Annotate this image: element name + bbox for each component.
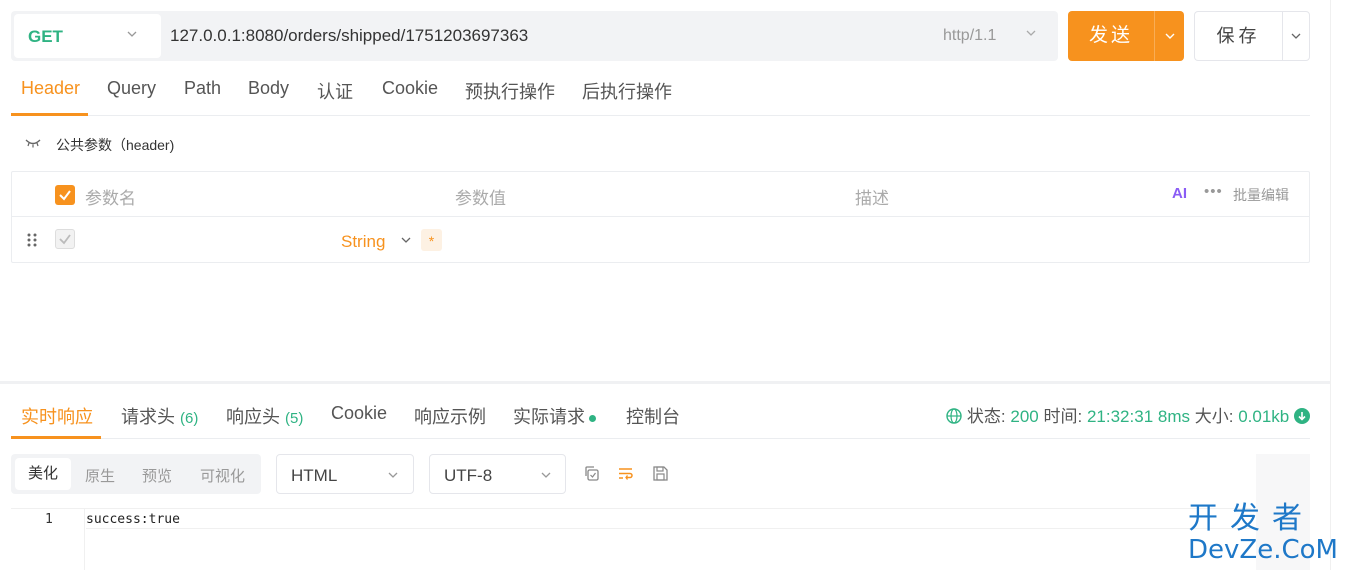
tab-query[interactable]: Query [107, 78, 156, 99]
size-value: 0.01kb [1238, 407, 1290, 426]
status-code: 200 [1010, 407, 1039, 426]
tab-realtime-response[interactable]: 实时响应 [21, 403, 93, 429]
tab-label: 响应头 [226, 407, 280, 427]
tab-response-example[interactable]: 响应示例 [414, 403, 486, 429]
save-button[interactable]: 保存 [1194, 11, 1282, 61]
tab-label: 请求头 [121, 407, 175, 427]
column-header: 参数名 [85, 189, 136, 208]
send-options-button[interactable] [1154, 11, 1184, 61]
chevron-down-icon [388, 472, 398, 478]
mode-pretty[interactable]: 美化 [15, 458, 71, 490]
table-header: 参数名 参数值 描述 AI ••• 批量编辑 [12, 172, 1309, 217]
active-tab-indicator [11, 113, 88, 116]
protocol-select[interactable]: http/1.1 [943, 27, 996, 45]
tab-post-script[interactable]: 后执行操作 [582, 78, 672, 104]
tab-label: 实际请求 [513, 407, 585, 427]
status-label: 状态: [966, 407, 1006, 426]
required-toggle[interactable]: * [421, 229, 442, 251]
select-all-checkbox[interactable] [55, 185, 75, 205]
tab-request-headers[interactable]: 请求头 (6) [121, 403, 198, 429]
response-tabs: 实时响应 请求头 (6) 响应头 (5) Cookie 响应示例 实际请求 控制… [11, 386, 1310, 439]
line-number: 1 [45, 512, 53, 527]
request-bar: GET 127.0.0.1:8080/orders/shipped/175120… [11, 11, 1058, 61]
check-icon [59, 234, 71, 245]
mode-raw[interactable]: 原生 [85, 465, 115, 486]
url-input[interactable]: 127.0.0.1:8080/orders/shipped/1751203697… [170, 26, 528, 46]
chevron-down-icon [1165, 33, 1175, 39]
format-value: HTML [291, 466, 338, 485]
encoding-select[interactable]: UTF-8 [429, 454, 566, 494]
batch-edit-button[interactable]: 批量编辑 [1233, 185, 1289, 205]
active-tab-indicator [11, 436, 101, 439]
watermark: 开发者 DevZe.CoM [1188, 501, 1338, 565]
params-table: 参数名 参数值 描述 AI ••• 批量编辑 String * [11, 171, 1310, 263]
active-line [86, 509, 1251, 529]
size-label: 大小: [1194, 407, 1234, 426]
watermark-bottom: DevZe.CoM [1188, 535, 1338, 565]
line-gutter: 1 [11, 509, 85, 570]
request-tabs: Header Query Path Body 认证 Cookie 预执行操作 后… [11, 64, 1310, 116]
drag-handle-icon[interactable] [26, 233, 38, 247]
send-button[interactable]: 发送 [1068, 11, 1154, 61]
method-label: GET [28, 27, 63, 46]
tab-auth[interactable]: 认证 [317, 78, 353, 104]
view-mode-group: 美化 原生 预览 可视化 [11, 454, 261, 494]
column-header: 描述 [855, 189, 889, 208]
response-body[interactable]: 1 success:true [11, 508, 1251, 570]
tab-cookie[interactable]: Cookie [382, 78, 438, 99]
pane-divider[interactable] [0, 381, 1330, 384]
tab-count: (5) [285, 410, 304, 427]
time-label: 时间: [1043, 407, 1083, 426]
column-header: 参数值 [455, 189, 506, 208]
tab-cookie[interactable]: Cookie [331, 403, 387, 424]
check-icon [59, 190, 71, 201]
chevron-down-icon [541, 472, 551, 478]
tab-actual-request[interactable]: 实际请求 [513, 403, 596, 429]
tab-body[interactable]: Body [248, 78, 289, 99]
right-sidebar-edge [1330, 0, 1346, 570]
watermark-top: 开发者 [1188, 501, 1314, 536]
tab-response-headers[interactable]: 响应头 (5) [226, 403, 303, 429]
section-title: 公共参数（header) [56, 137, 175, 153]
tab-count: (6) [180, 410, 199, 427]
eye-closed-icon[interactable] [25, 137, 41, 149]
ai-icon[interactable]: AI [1172, 185, 1187, 202]
chevron-down-icon [1291, 33, 1301, 39]
format-select[interactable]: HTML [276, 454, 414, 494]
wrap-icon[interactable] [617, 465, 634, 482]
param-type-select[interactable]: String [341, 232, 385, 252]
method-select[interactable]: GET [14, 14, 161, 58]
mode-preview[interactable]: 预览 [142, 465, 172, 486]
tab-path[interactable]: Path [184, 78, 221, 99]
save-options-button[interactable] [1282, 11, 1310, 61]
tab-console[interactable]: 控制台 [626, 403, 680, 429]
tab-header[interactable]: Header [21, 78, 80, 99]
download-icon[interactable] [1294, 408, 1310, 424]
status-dot [589, 414, 596, 422]
copy-icon[interactable] [583, 465, 600, 482]
mode-visualize[interactable]: 可视化 [200, 465, 245, 486]
more-icon[interactable]: ••• [1204, 183, 1223, 200]
globe-icon [946, 408, 962, 424]
chevron-down-icon[interactable] [400, 234, 412, 246]
response-status: 状态: 200 时间: 21:32:31 8ms 大小: 0.01kb [946, 402, 1310, 427]
save-response-icon[interactable] [652, 465, 669, 482]
chevron-down-icon [127, 31, 137, 37]
row-checkbox[interactable] [55, 229, 75, 249]
tab-pre-script[interactable]: 预执行操作 [465, 78, 555, 104]
time-value: 21:32:31 [1086, 407, 1154, 426]
code-line: success:true [86, 512, 180, 527]
encoding-value: UTF-8 [444, 466, 493, 485]
duration-value: 8ms [1157, 407, 1191, 426]
chevron-down-icon[interactable] [1025, 27, 1037, 39]
